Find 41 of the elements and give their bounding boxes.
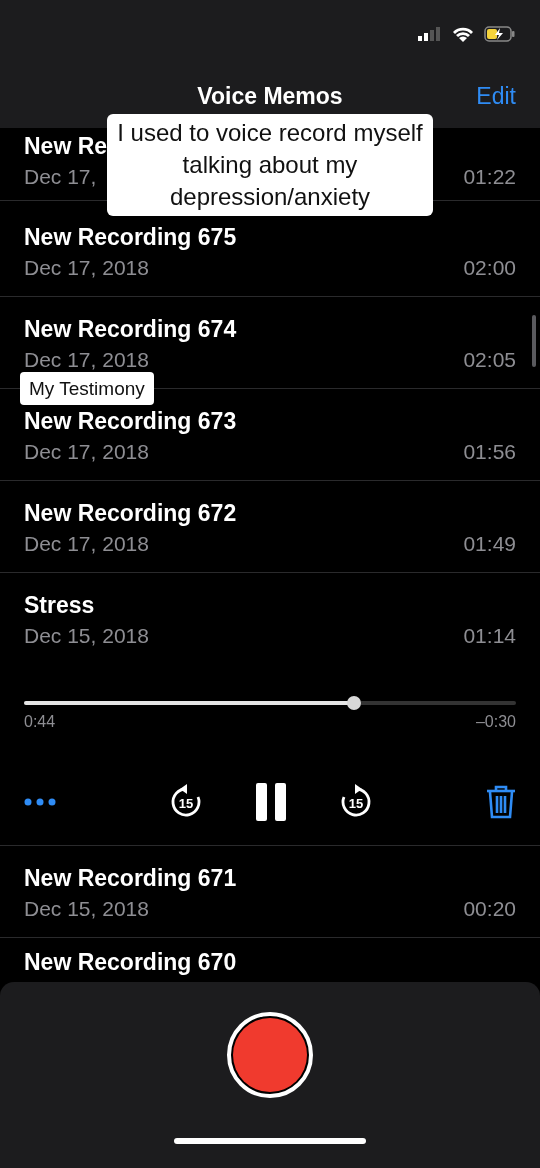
more-icon xyxy=(24,798,56,806)
progress-handle[interactable] xyxy=(346,696,361,710)
screen-title: Voice Memos xyxy=(197,82,343,110)
scroll-indicator xyxy=(532,315,536,367)
remaining-time: –0:30 xyxy=(475,713,516,731)
recording-title[interactable]: New Re xyxy=(24,132,108,160)
skip-back-button[interactable]: 15 xyxy=(168,784,204,820)
recording-date: Dec 17, xyxy=(24,164,97,190)
recording-date: Dec 17, 2018 xyxy=(24,531,149,557)
recording-title[interactable]: New Recording 672 xyxy=(24,499,237,527)
recording-title[interactable]: New Recording 671 xyxy=(24,864,237,892)
recording-title[interactable]: New Recording 673 xyxy=(24,407,237,435)
delete-button[interactable] xyxy=(486,785,516,819)
recording-duration: 01:56 xyxy=(463,439,516,465)
recording-date: Dec 15, 2018 xyxy=(24,623,149,649)
recording-duration: 01:22 xyxy=(463,164,516,190)
caption-label: My Testimony xyxy=(20,372,154,405)
recording-date: Dec 17, 2018 xyxy=(24,347,149,373)
elapsed-time: 0:44 xyxy=(24,713,56,731)
recording-title[interactable]: Stress xyxy=(24,591,95,619)
caption-text: I used to voice record myself talking about my depression/anxiety xyxy=(107,114,433,216)
skip-forward-button[interactable]: 15 xyxy=(338,784,374,820)
edit-button[interactable]: Edit xyxy=(476,82,516,110)
recording-date: Dec 15, 2018 xyxy=(24,896,149,922)
recording-duration: 00:20 xyxy=(463,896,516,922)
recording-date: Dec 17, 2018 xyxy=(24,255,149,281)
recording-title[interactable]: New Recording 670 xyxy=(24,948,237,976)
more-button[interactable] xyxy=(24,798,56,806)
battery-icon xyxy=(484,26,516,42)
recording-duration: 01:14 xyxy=(463,623,516,649)
signal-icon xyxy=(418,27,442,41)
pause-button[interactable] xyxy=(256,783,286,821)
recording-title[interactable]: New Recording 674 xyxy=(24,315,237,343)
pause-icon xyxy=(256,783,286,821)
recording-duration: 02:00 xyxy=(463,255,516,281)
recording-duration: 01:49 xyxy=(463,531,516,557)
wifi-icon xyxy=(452,26,474,42)
recording-date: Dec 17, 2018 xyxy=(24,439,149,465)
recording-duration: 02:05 xyxy=(463,347,516,373)
trash-icon xyxy=(486,785,516,819)
recording-title[interactable]: New Recording 675 xyxy=(24,223,237,251)
